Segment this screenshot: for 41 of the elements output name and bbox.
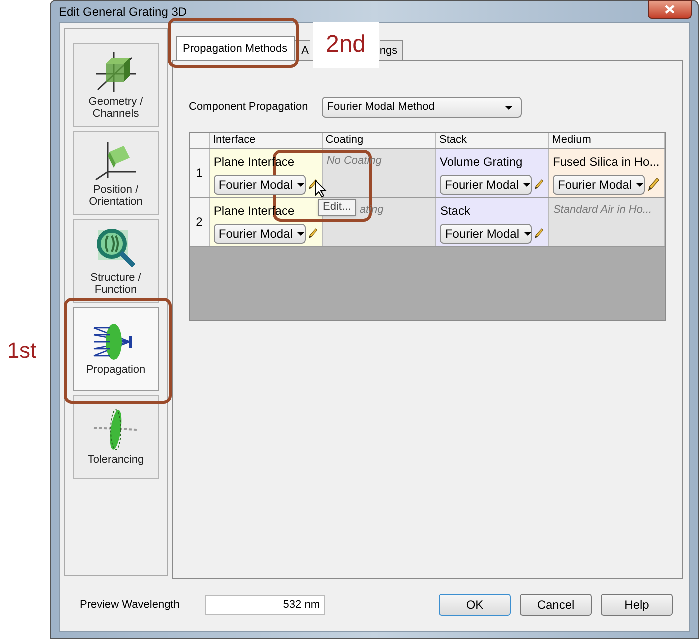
cube-axes-icon — [94, 50, 138, 94]
component-propagation-label: Component Propagation — [189, 100, 308, 116]
step-label: 1st — [6, 337, 38, 365]
column-header: Medium — [549, 133, 665, 148]
wavelength-field[interactable]: 532 nm — [205, 595, 325, 615]
column-header: Coating — [322, 133, 436, 148]
method-dropdown[interactable]: Fourier Modal — [553, 175, 645, 195]
cursor-icon — [315, 180, 327, 198]
pencil-icon[interactable] — [647, 177, 660, 193]
table-cell: Volume Grating Fourier Modal — [436, 149, 549, 197]
table-cell: Stack Fourier Modal — [436, 198, 550, 246]
tooltip: Edit... — [318, 199, 356, 216]
row-number: 1 — [190, 149, 210, 197]
sidebar-item[interactable]: Geometry / Channels — [73, 43, 159, 127]
window-title: Edit General Grating 3D — [59, 4, 188, 20]
step-label: 2nd — [313, 22, 379, 68]
method-dropdown[interactable]: Fourier Modal — [214, 175, 306, 195]
table-cell: Fused Silica in Ho... Fourier Modal — [549, 149, 665, 197]
dialog-button[interactable]: OK — [439, 594, 511, 616]
method-dropdown[interactable]: Fourier Modal — [214, 224, 306, 244]
method-dropdown[interactable]: Fourier Modal — [440, 224, 532, 244]
sidebar-item[interactable]: Position / Orientation — [73, 131, 159, 215]
sidebar-item[interactable]: Propagation — [73, 307, 159, 391]
propagation-dropdown[interactable]: Fourier Modal Method — [322, 97, 522, 118]
dialog-button[interactable]: Help — [601, 594, 673, 616]
method-dropdown[interactable]: Fourier Modal — [440, 175, 532, 195]
magnifier-icon — [94, 226, 138, 270]
column-header: Interface — [210, 133, 323, 148]
close-button[interactable] — [648, 0, 692, 19]
tab[interactable]: Propagation Methods — [176, 36, 295, 60]
sidebar-item[interactable]: Structure / Function — [73, 219, 159, 303]
close-icon — [665, 5, 675, 14]
column-header: Stack — [436, 133, 550, 148]
sidebar-item[interactable]: Tolerancing — [73, 395, 159, 479]
pencil-icon[interactable] — [308, 226, 318, 242]
tilted-lens-icon — [92, 408, 140, 452]
dialog-button[interactable]: Cancel — [520, 594, 592, 616]
preview-wavelength-label: Preview Wavelength — [80, 598, 181, 613]
row-number: 2 — [190, 198, 210, 246]
tab[interactable]: ngs — [380, 40, 403, 60]
table-cell: Standard Air in Ho... — [549, 198, 665, 246]
